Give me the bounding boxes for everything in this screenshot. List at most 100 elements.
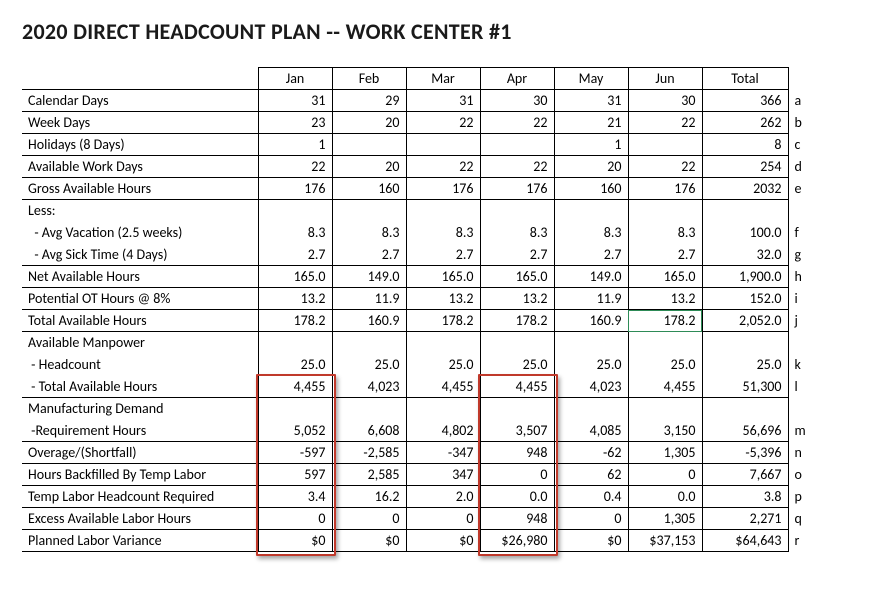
cell: 22: [258, 156, 332, 178]
table-row: Available Work Days222022222022254d: [22, 156, 812, 178]
cell: 2,271: [702, 508, 788, 530]
row-note: a: [788, 90, 812, 112]
row-note: p: [788, 486, 812, 508]
cell: $26,980: [480, 530, 554, 552]
row-label: Week Days: [22, 112, 258, 134]
cell: 262: [702, 112, 788, 134]
cell: [480, 398, 554, 420]
cell: -2,585: [332, 442, 406, 464]
col-header-jun: Jun: [628, 68, 702, 90]
col-header-mar: Mar: [406, 68, 480, 90]
cell: 25.0: [332, 354, 406, 376]
cell: -5,396: [702, 442, 788, 464]
cell: [480, 332, 554, 354]
cell: 3,507: [480, 420, 554, 442]
cell: 22: [480, 112, 554, 134]
table-row: Net Available Hours165.0149.0165.0165.01…: [22, 266, 812, 288]
cell: 30: [480, 90, 554, 112]
cell: 13.2: [406, 288, 480, 310]
row-label: Potential OT Hours @ 8%: [22, 288, 258, 310]
cell: [406, 398, 480, 420]
table-row: Holidays (8 Days)118c: [22, 134, 812, 156]
cell: [628, 332, 702, 354]
cell: [480, 200, 554, 222]
cell: 22: [628, 156, 702, 178]
cell: 1: [554, 134, 628, 156]
col-header-feb: Feb: [332, 68, 406, 90]
cell: 4,455: [258, 376, 332, 398]
row-label: Excess Available Labor Hours: [22, 508, 258, 530]
cell: 23: [258, 112, 332, 134]
cell: 11.9: [554, 288, 628, 310]
table-row: Available Manpower: [22, 332, 812, 354]
cell: 2.7: [332, 244, 406, 266]
cell: [332, 332, 406, 354]
col-header-apr: Apr: [480, 68, 554, 90]
col-header-total: Total: [702, 68, 788, 90]
row-note: i: [788, 288, 812, 310]
row-note: r: [788, 530, 812, 552]
cell: 22: [406, 156, 480, 178]
cell: 0: [480, 464, 554, 486]
table-row: Excess Available Labor Hours00094801,305…: [22, 508, 812, 530]
cell: 165.0: [258, 266, 332, 288]
page-title: 2020 DIRECT HEADCOUNT PLAN -- WORK CENTE…: [22, 18, 863, 45]
cell: 8.3: [480, 222, 554, 244]
cell: 25.0: [258, 354, 332, 376]
row-note: b: [788, 112, 812, 134]
cell: 31: [406, 90, 480, 112]
cell: 176: [480, 178, 554, 200]
row-note: g: [788, 244, 812, 266]
cell: 8: [702, 134, 788, 156]
cell: [332, 134, 406, 156]
cell: 2.7: [628, 244, 702, 266]
cell: 1,900.0: [702, 266, 788, 288]
table-row: - Avg Vacation (2.5 weeks)8.38.38.38.38.…: [22, 222, 812, 244]
cell: 178.2: [628, 310, 702, 332]
table-row: Manufacturing Demand: [22, 398, 812, 420]
cell: 178.2: [480, 310, 554, 332]
cell: $0: [258, 530, 332, 552]
cell: 176: [628, 178, 702, 200]
cell: 22: [628, 112, 702, 134]
cell: 62: [554, 464, 628, 486]
cell: 13.2: [628, 288, 702, 310]
row-label: Available Work Days: [22, 156, 258, 178]
row-label: Less:: [22, 200, 258, 222]
row-note: [788, 332, 812, 354]
cell: 165.0: [480, 266, 554, 288]
cell: [554, 200, 628, 222]
cell: 4,455: [628, 376, 702, 398]
cell: $37,153: [628, 530, 702, 552]
cell: -62: [554, 442, 628, 464]
cell: [406, 332, 480, 354]
cell: [628, 398, 702, 420]
cell: 0.0: [628, 486, 702, 508]
cell: 2,052.0: [702, 310, 788, 332]
cell: 13.2: [480, 288, 554, 310]
row-note: k: [788, 354, 812, 376]
table-row: Week Days232022222122262b: [22, 112, 812, 134]
cell: 2.7: [258, 244, 332, 266]
cell: [628, 134, 702, 156]
cell: 56,696: [702, 420, 788, 442]
cell: 0.4: [554, 486, 628, 508]
cell: -597: [258, 442, 332, 464]
row-label: - Total Available Hours: [22, 376, 258, 398]
cell: 176: [258, 178, 332, 200]
cell: 0: [406, 508, 480, 530]
cell: 20: [554, 156, 628, 178]
row-note: n: [788, 442, 812, 464]
cell: 20: [332, 112, 406, 134]
row-label: Calendar Days: [22, 90, 258, 112]
row-note: f: [788, 222, 812, 244]
cell: 3,150: [628, 420, 702, 442]
cell: 152.0: [702, 288, 788, 310]
cell: 4,023: [332, 376, 406, 398]
cell: 0: [628, 464, 702, 486]
cell: 149.0: [332, 266, 406, 288]
table-row: Overage/(Shortfall)-597-2,585-347948-621…: [22, 442, 812, 464]
row-label: -Requirement Hours: [22, 420, 258, 442]
cell: 160.9: [332, 310, 406, 332]
col-header-label: [22, 68, 258, 90]
